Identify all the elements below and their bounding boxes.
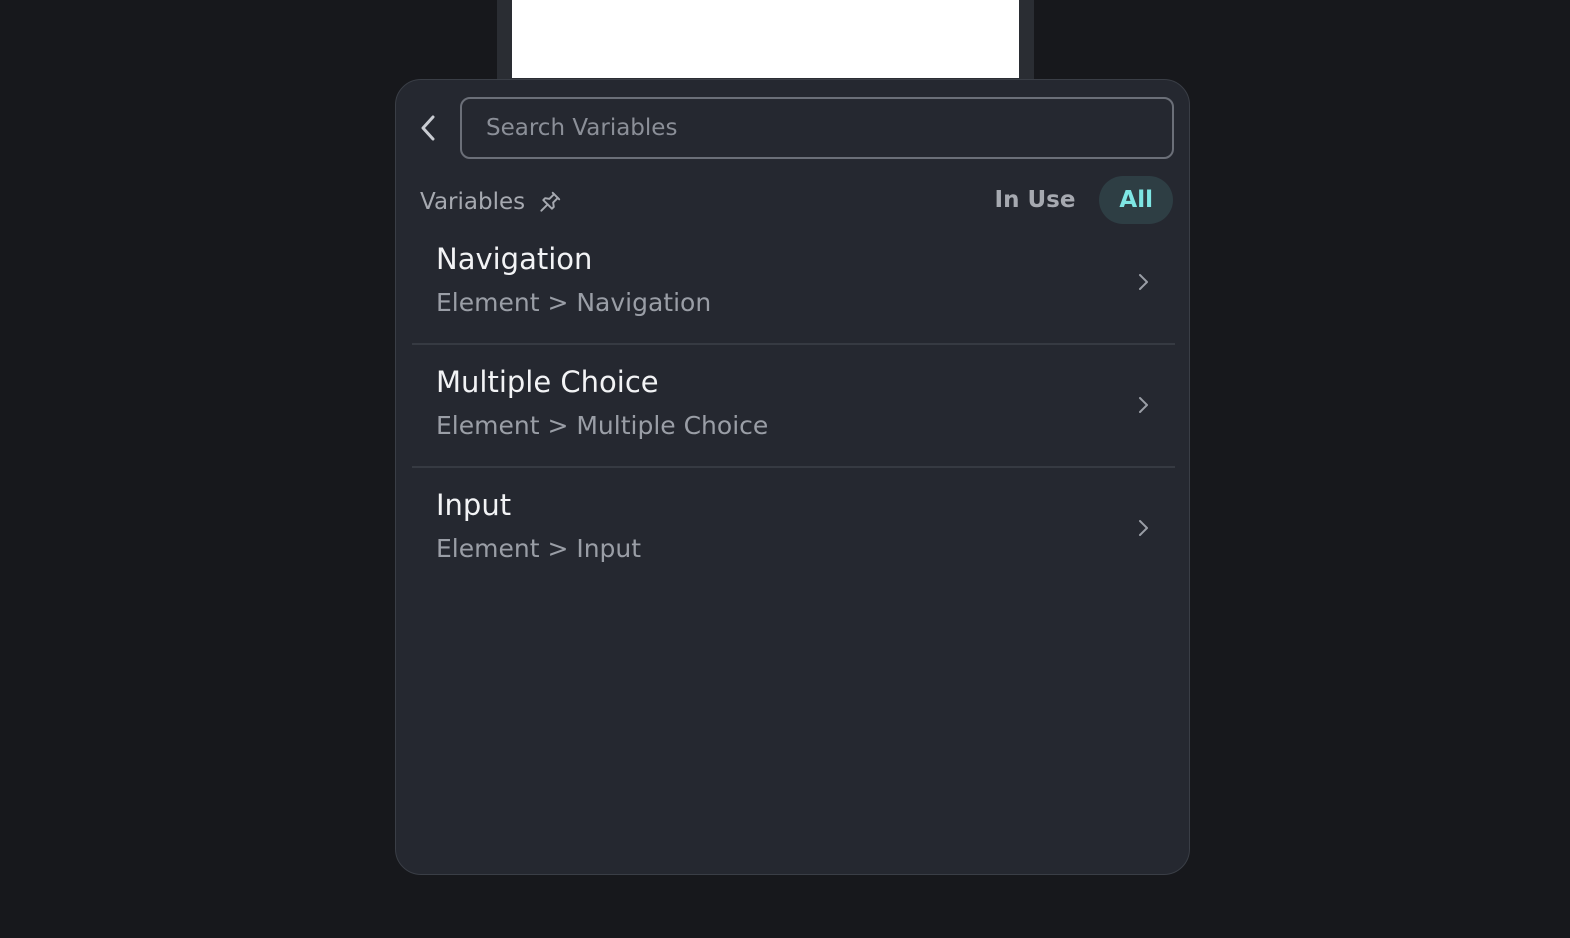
item-title: Input — [436, 488, 512, 522]
item-path: Element > Input — [436, 534, 642, 563]
item-path: Element > Navigation — [436, 288, 712, 317]
canvas-preview — [512, 0, 1019, 78]
filter-in-use-button[interactable]: In Use — [975, 176, 1096, 224]
pin-icon[interactable] — [537, 189, 563, 215]
filter-toggle: In Use All — [975, 176, 1173, 224]
search-input[interactable] — [460, 97, 1174, 159]
list-item[interactable]: Navigation Element > Navigation — [412, 222, 1175, 345]
back-button[interactable] — [410, 108, 446, 148]
filter-all-button[interactable]: All — [1099, 176, 1173, 224]
chevron-right-icon — [1139, 274, 1148, 290]
item-title: Navigation — [436, 242, 593, 276]
chevron-right-icon — [1139, 520, 1148, 536]
chevron-right-icon — [1139, 397, 1148, 413]
variables-list: Navigation Element > Navigation Multiple… — [412, 222, 1175, 589]
chevron-left-icon — [421, 115, 435, 141]
variables-panel: Variables In Use All Navigation Element … — [395, 79, 1190, 875]
item-path: Element > Multiple Choice — [436, 411, 769, 440]
variables-label: Variables — [420, 189, 526, 215]
list-item[interactable]: Input Element > Input — [412, 468, 1175, 589]
variables-header: Variables — [420, 182, 563, 222]
item-title: Multiple Choice — [436, 365, 659, 399]
list-item[interactable]: Multiple Choice Element > Multiple Choic… — [412, 345, 1175, 468]
